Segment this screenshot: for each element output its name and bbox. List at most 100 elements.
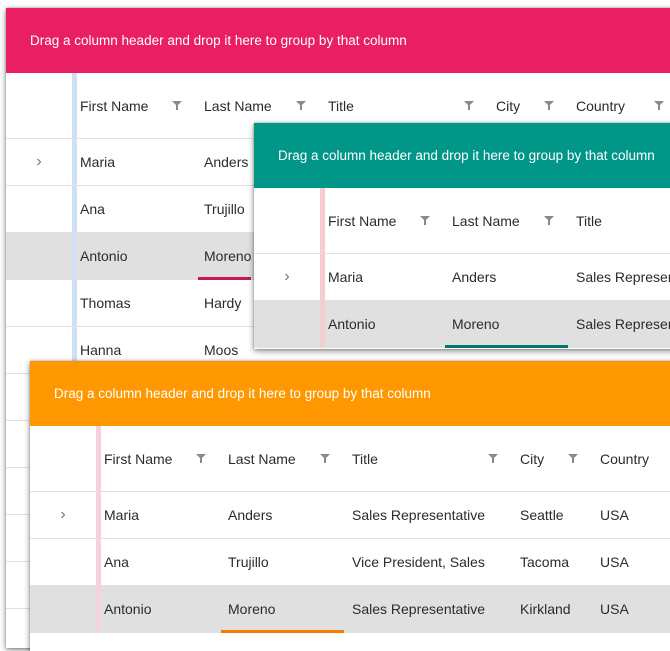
group-by-area[interactable]: Drag a column header and drop it here to…: [254, 123, 670, 188]
expand-row-button[interactable]: ›: [254, 268, 320, 286]
filter-icon[interactable]: [296, 101, 306, 110]
cell-value: USA: [600, 601, 629, 617]
table-cell[interactable]: Maria: [320, 269, 444, 285]
column-header-last-name[interactable]: Last Name: [220, 451, 344, 467]
column-header-title[interactable]: Title: [344, 451, 512, 467]
cell-value: Hardy: [204, 295, 242, 311]
table-cell[interactable]: Seattle: [512, 507, 592, 523]
cell-value: Thomas: [80, 295, 131, 311]
column-header-last-name[interactable]: Last Name: [444, 213, 568, 229]
table-cell[interactable]: Kirkland: [512, 601, 592, 617]
table-cell[interactable]: USA: [592, 554, 670, 570]
cell-value: USA: [600, 507, 629, 523]
table-cell[interactable]: USA: [592, 601, 670, 617]
table-row[interactable]: › Maria Anders Sales Representative: [254, 254, 670, 301]
cell-value: Antonio: [104, 601, 152, 617]
table-cell[interactable]: Maria: [96, 507, 220, 523]
chevron-right-icon[interactable]: ›: [60, 506, 65, 524]
column-header-title[interactable]: Title: [568, 213, 670, 229]
column-header-country[interactable]: Country: [592, 451, 670, 467]
cell-value: Maria: [328, 269, 364, 285]
cell-value: Sales Representative: [352, 507, 486, 523]
table-row[interactable]: › Maria Anders Sales Representative Seat…: [30, 492, 670, 539]
column-header-first-name[interactable]: First Name: [72, 98, 196, 114]
table-cell[interactable]: Sales Representative: [568, 316, 670, 332]
table-row[interactable]: Antonio Moreno Sales Representative: [254, 301, 670, 348]
table-row[interactable]: Ana Trujillo Vice President, Sales Tacom…: [30, 539, 670, 586]
column-header-title[interactable]: Title: [320, 98, 488, 114]
cell-value: Seattle: [520, 507, 564, 523]
table-cell[interactable]: Moreno: [220, 601, 344, 617]
cell-value: Ana: [80, 201, 105, 217]
table-cell[interactable]: Antonio: [72, 248, 196, 264]
table-cell[interactable]: Hanna: [72, 342, 196, 358]
pinned-column-divider: [72, 139, 77, 185]
cell-value: Antonio: [80, 248, 128, 264]
column-header-label: Title: [352, 450, 378, 467]
orange-grid: Drag a column header and drop it here to…: [30, 361, 670, 651]
group-by-area[interactable]: Drag a column header and drop it here to…: [30, 361, 670, 426]
table-row[interactable]: Antonio Moreno Sales Representative Kirk…: [30, 586, 670, 633]
table-cell[interactable]: Anders: [220, 507, 344, 523]
expand-row-button[interactable]: ›: [30, 506, 96, 524]
column-header-label: Last Name: [204, 97, 272, 114]
expand-row-button[interactable]: ›: [6, 153, 72, 171]
table-cell[interactable]: Ana: [72, 201, 196, 217]
table-cell[interactable]: USA: [592, 507, 670, 523]
filter-icon[interactable]: [196, 454, 206, 463]
filter-icon[interactable]: [544, 101, 554, 110]
pinned-column-divider: [320, 254, 325, 300]
column-header-label: Country: [600, 450, 650, 467]
table-cell[interactable]: Thomas: [72, 295, 196, 311]
filter-icon[interactable]: [172, 101, 182, 110]
table-cell[interactable]: Sales Representative: [568, 269, 670, 285]
column-header-label: Title: [328, 97, 354, 114]
pinned-column-divider: [320, 301, 325, 347]
table-cell[interactable]: Tacoma: [512, 554, 592, 570]
table-cell[interactable]: Sales Representative: [344, 601, 512, 617]
cell-value: Moreno: [228, 601, 276, 617]
column-header-city[interactable]: City: [488, 98, 568, 114]
table-cell[interactable]: Antonio: [320, 316, 444, 332]
table-cell[interactable]: Sales Representative: [344, 507, 512, 523]
chevron-right-icon[interactable]: ›: [36, 153, 41, 171]
pinned-column-divider: [96, 426, 101, 491]
chevron-right-icon[interactable]: ›: [284, 268, 289, 286]
table-cell[interactable]: Antonio: [96, 601, 220, 617]
column-header-label: Last Name: [452, 212, 520, 229]
filter-icon[interactable]: [464, 101, 474, 110]
column-header-last-name[interactable]: Last Name: [196, 98, 320, 114]
table-cell[interactable]: Ana: [96, 554, 220, 570]
table-cell[interactable]: Moreno: [444, 316, 568, 332]
pinned-column-divider: [96, 539, 101, 585]
table-cell[interactable]: Maria: [72, 154, 196, 170]
table-cell[interactable]: Anders: [444, 269, 568, 285]
filter-icon[interactable]: [654, 101, 664, 110]
filter-icon[interactable]: [568, 454, 578, 463]
cell-value: Anders: [452, 269, 497, 285]
pinned-column-divider: [96, 586, 101, 632]
column-header-row: First Name Last Name Title City Country: [30, 426, 670, 492]
filter-icon[interactable]: [544, 216, 554, 225]
cell-value: Maria: [104, 507, 140, 523]
filter-icon[interactable]: [320, 454, 330, 463]
cell-value: Anders: [204, 154, 249, 170]
group-by-hint: Drag a column header and drop it here to…: [30, 33, 407, 48]
pinned-column-divider: [72, 280, 77, 326]
group-by-area[interactable]: Drag a column header and drop it here to…: [6, 8, 670, 73]
active-cell-indicator: [445, 345, 568, 348]
filter-icon[interactable]: [420, 216, 430, 225]
cell-value: Trujillo: [204, 201, 245, 217]
pinned-column-divider: [320, 188, 325, 253]
column-header-country[interactable]: Country: [568, 98, 670, 114]
table-cell[interactable]: Trujillo: [220, 554, 344, 570]
filter-icon[interactable]: [488, 454, 498, 463]
cell-value: Moreno: [452, 316, 500, 332]
column-header-label: Last Name: [228, 450, 296, 467]
column-header-first-name[interactable]: First Name: [96, 451, 220, 467]
column-header-first-name[interactable]: First Name: [320, 213, 444, 229]
column-header-city[interactable]: City: [512, 451, 592, 467]
cell-value: USA: [600, 554, 629, 570]
column-header-label: City: [496, 97, 521, 114]
table-cell[interactable]: Vice President, Sales: [344, 554, 512, 570]
